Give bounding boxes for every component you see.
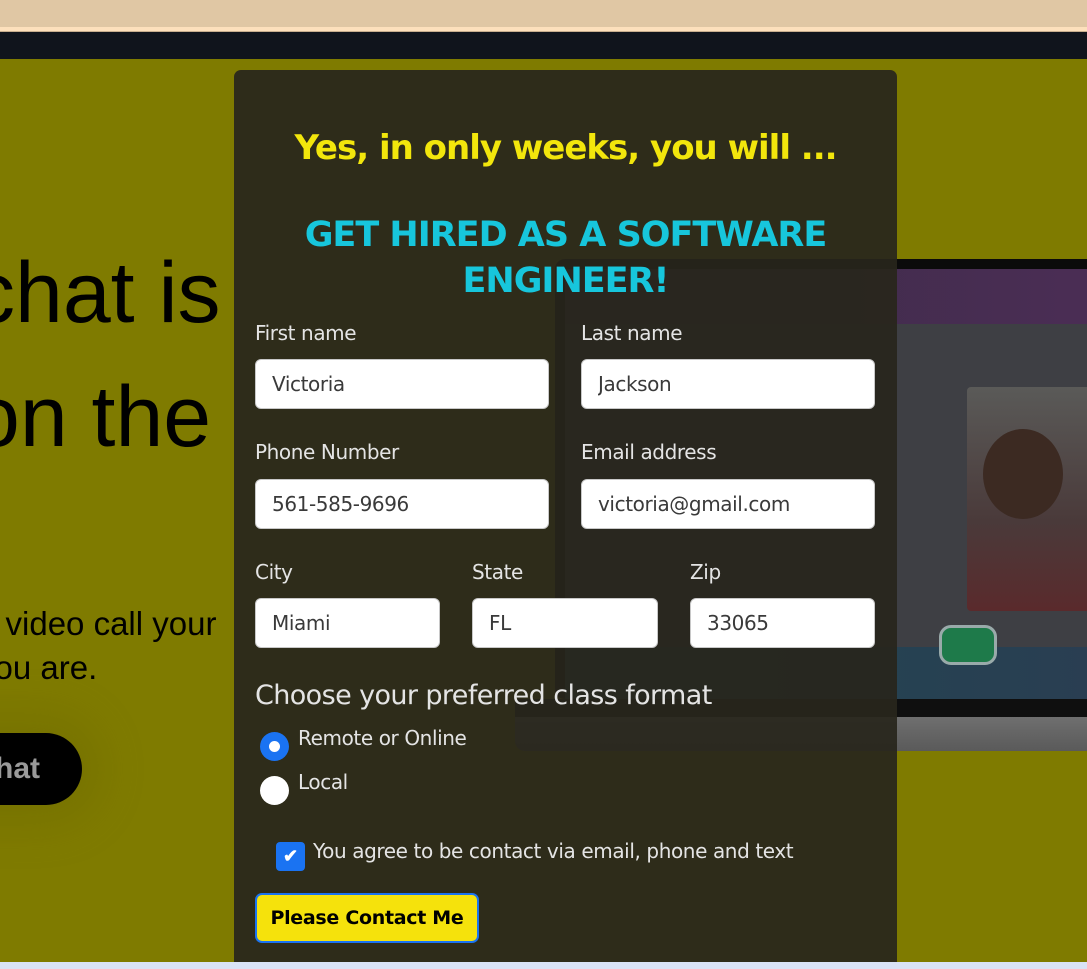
radio-option-local[interactable]: Local <box>260 770 348 805</box>
city-input[interactable] <box>255 598 440 648</box>
consent-checkbox-row[interactable]: ✔ You agree to be contact via email, pho… <box>276 839 794 871</box>
phone-label: Phone Number <box>255 440 399 464</box>
browser-top-bar <box>0 0 1087 27</box>
hero-title-line-1: chat is <box>0 245 221 341</box>
site-navbar <box>0 32 1087 59</box>
zip-label: Zip <box>690 560 721 584</box>
please-contact-me-button[interactable]: Please Contact Me <box>255 893 479 943</box>
checkmark-icon: ✔ <box>282 846 299 866</box>
next-section-strip <box>0 962 1087 969</box>
radio-local[interactable] <box>260 776 289 805</box>
consent-checkbox[interactable]: ✔ <box>276 842 305 871</box>
email-label: Email address <box>581 440 717 464</box>
hero-subtitle-line-1: d video call your <box>0 605 217 642</box>
radio-remote-label[interactable]: Remote or Online <box>298 726 467 750</box>
radio-local-label[interactable]: Local <box>298 770 348 794</box>
first-name-input[interactable] <box>255 359 549 409</box>
hero-title: chat is on the <box>0 231 221 479</box>
first-name-label: First name <box>255 321 357 345</box>
email-input[interactable] <box>581 479 875 529</box>
state-input[interactable] <box>472 598 658 648</box>
last-name-label: Last name <box>581 321 683 345</box>
hero-title-line-2: on the <box>0 369 212 465</box>
contact-form-modal: Yes, in only weeks, you will ... GET HIR… <box>234 70 897 969</box>
hero-subtitle: d video call your you are. <box>0 602 216 690</box>
consent-label[interactable]: You agree to be contact via email, phone… <box>313 839 794 863</box>
modal-subheading: GET HIRED AS A SOFTWARE ENGINEER! <box>304 215 828 301</box>
zip-input[interactable] <box>690 598 875 648</box>
class-format-label: Choose your preferred class format <box>255 680 712 711</box>
modal-heading: Yes, in only weeks, you will ... <box>294 128 837 168</box>
radio-option-remote[interactable]: Remote or Online <box>260 726 467 761</box>
state-label: State <box>472 560 523 584</box>
hero-chat-button[interactable]: hat <box>0 733 82 805</box>
phone-input[interactable] <box>255 479 549 529</box>
city-label: City <box>255 560 293 584</box>
radio-remote[interactable] <box>260 732 289 761</box>
video-camera-icon <box>939 625 997 665</box>
hero-subtitle-line-2: you are. <box>0 649 98 686</box>
video-person <box>983 429 1063 519</box>
last-name-input[interactable] <box>581 359 875 409</box>
